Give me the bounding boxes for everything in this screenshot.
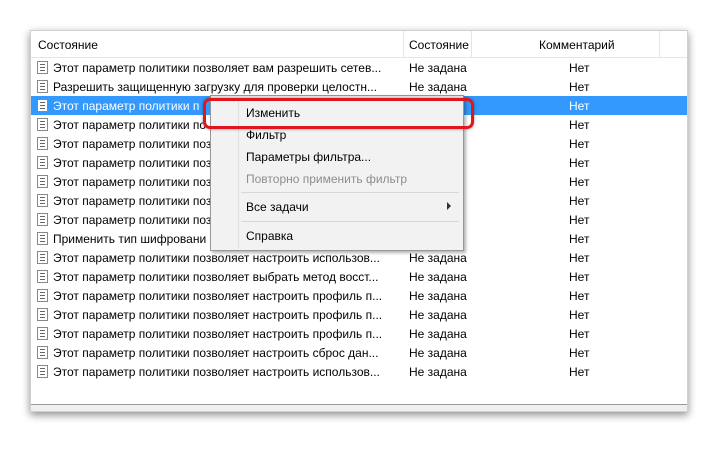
table-row[interactable]: Этот параметр политики позволяет настрои… xyxy=(31,362,687,381)
setting-state: Не задана xyxy=(409,365,467,379)
setting-name: Этот параметр политики позволяет вам раз… xyxy=(53,61,382,75)
policy-setting-icon xyxy=(37,61,48,74)
setting-comment: Нет xyxy=(569,61,590,75)
menu-item-help[interactable]: Справка xyxy=(246,229,293,243)
policy-setting-icon xyxy=(37,213,48,226)
setting-state: Не задана xyxy=(409,308,467,322)
highlight-frame xyxy=(203,98,474,129)
menu-item-all-tasks[interactable]: Все задачи xyxy=(246,200,309,214)
setting-name: Этот параметр политики поз xyxy=(53,156,212,170)
column-header-state[interactable]: Состояние xyxy=(409,38,469,52)
setting-state: Не задана xyxy=(409,270,467,284)
table-row[interactable]: Этот параметр политики позволяет настрои… xyxy=(31,324,687,343)
setting-name: Разрешить защищенную загрузку для провер… xyxy=(53,80,377,94)
setting-name: Этот параметр политики позволяет настрои… xyxy=(53,308,383,322)
table-row[interactable]: Этот параметр политики позволяет настрои… xyxy=(31,305,687,324)
column-header-setting[interactable]: Состояние xyxy=(38,38,98,52)
policy-setting-icon xyxy=(37,365,48,378)
setting-state: Не задана xyxy=(409,346,467,360)
setting-comment: Нет xyxy=(569,289,590,303)
column-header: Состояние Состояние Комментарий xyxy=(31,31,687,58)
policy-setting-icon xyxy=(37,289,48,302)
policy-setting-icon xyxy=(37,175,48,188)
setting-comment: Нет xyxy=(569,346,590,360)
setting-name: Этот параметр политики позволяет выбрать… xyxy=(53,270,379,284)
setting-state: Не задана xyxy=(409,251,467,265)
setting-comment: Нет xyxy=(569,80,590,94)
policy-setting-icon xyxy=(37,270,48,283)
policy-setting-icon xyxy=(37,308,48,321)
setting-comment: Нет xyxy=(569,213,590,227)
submenu-arrow-icon xyxy=(447,202,451,210)
policy-setting-icon xyxy=(37,194,48,207)
table-row[interactable]: Этот параметр политики позволяет выбрать… xyxy=(31,267,687,286)
menu-item-reapply-filter: Повторно применить фильтр xyxy=(246,172,408,186)
policy-setting-icon xyxy=(37,346,48,359)
setting-name: Этот параметр политики поз xyxy=(53,175,212,189)
policy-setting-icon xyxy=(37,251,48,264)
table-row[interactable]: Этот параметр политики позволяет настрои… xyxy=(31,343,687,362)
setting-name: Этот параметр политики позволяет настрои… xyxy=(53,365,380,379)
setting-state: Не задана xyxy=(409,327,467,341)
column-header-comment[interactable]: Комментарий xyxy=(539,38,615,52)
setting-name: Этот параметр политики поз xyxy=(53,213,212,227)
setting-name: Этот параметр политики поз xyxy=(53,194,212,208)
setting-name: Применить тип шифровани xyxy=(53,232,207,246)
setting-name: Этот параметр политики позволяет настрои… xyxy=(53,289,383,303)
setting-name: Этот параметр политики позволяет настрои… xyxy=(53,251,380,265)
setting-name: Этот параметр политики позволяет настрои… xyxy=(53,346,379,360)
setting-comment: Нет xyxy=(569,365,590,379)
setting-name: Этот параметр политики п xyxy=(53,99,200,113)
setting-state: Не задана xyxy=(409,61,467,75)
setting-comment: Нет xyxy=(569,251,590,265)
policy-setting-icon xyxy=(37,118,48,131)
menu-item-filter-options[interactable]: Параметры фильтра... xyxy=(246,150,371,164)
setting-name: Этот параметр политики по xyxy=(53,118,207,132)
table-row[interactable]: Этот параметр политики позволяет вам раз… xyxy=(31,58,687,77)
setting-name: Этот параметр политики поз xyxy=(53,137,212,151)
setting-name: Этот параметр политики позволяет настрои… xyxy=(53,327,383,341)
setting-comment: Нет xyxy=(569,175,590,189)
policy-setting-icon xyxy=(37,80,48,93)
policy-setting-icon xyxy=(37,327,48,340)
setting-comment: Нет xyxy=(569,270,590,284)
bottom-tabs xyxy=(31,404,687,411)
setting-state: Не задана xyxy=(409,80,467,94)
setting-comment: Нет xyxy=(569,156,590,170)
table-row[interactable]: Этот параметр политики позволяет настрои… xyxy=(31,286,687,305)
table-row[interactable]: Разрешить защищенную загрузку для провер… xyxy=(31,77,687,96)
setting-comment: Нет xyxy=(569,232,590,246)
setting-comment: Нет xyxy=(569,194,590,208)
policy-setting-icon xyxy=(37,156,48,169)
policy-setting-icon xyxy=(37,99,48,112)
policy-setting-icon xyxy=(37,232,48,245)
setting-state: Не задана xyxy=(409,289,467,303)
setting-comment: Нет xyxy=(569,308,590,322)
menu-item-filter[interactable]: Фильтр xyxy=(246,128,286,142)
setting-comment: Нет xyxy=(569,137,590,151)
setting-comment: Нет xyxy=(569,118,590,132)
policy-setting-icon xyxy=(37,137,48,150)
setting-comment: Нет xyxy=(569,99,590,113)
setting-comment: Нет xyxy=(569,327,590,341)
